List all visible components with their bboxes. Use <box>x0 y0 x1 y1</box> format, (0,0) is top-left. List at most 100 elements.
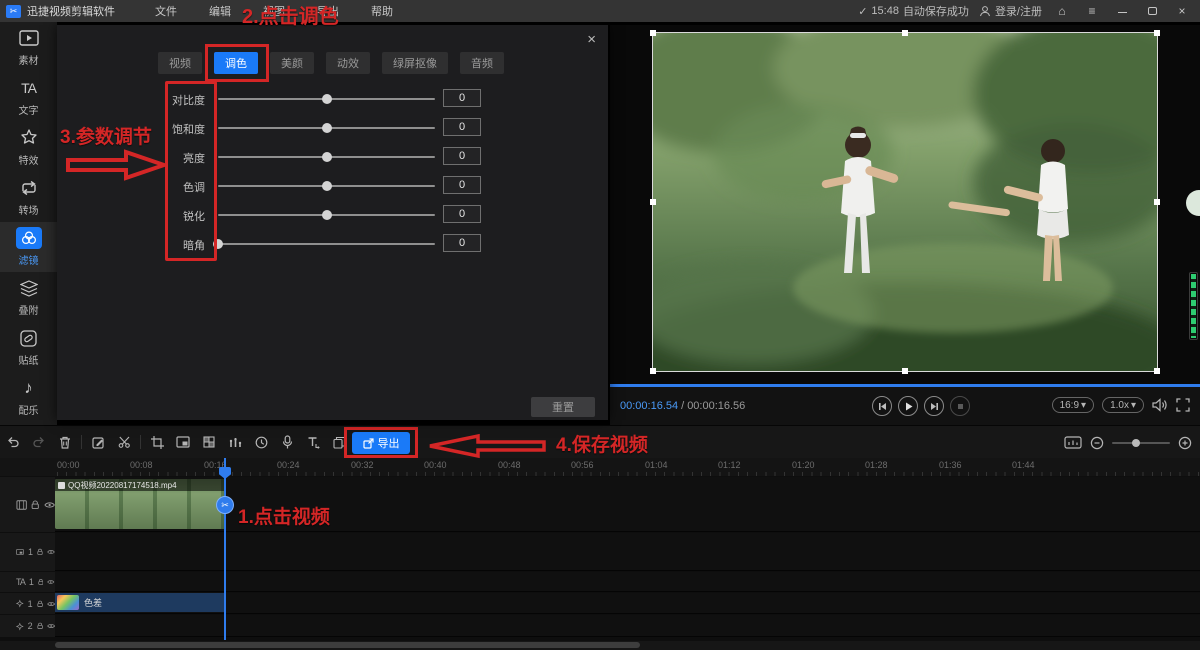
slider-handle[interactable] <box>322 181 332 191</box>
menu-help[interactable]: 帮助 <box>355 3 409 19</box>
lock-icon[interactable] <box>37 547 43 557</box>
next-frame-button[interactable] <box>924 396 944 416</box>
eye-icon[interactable] <box>44 501 55 509</box>
pip-icon[interactable] <box>170 431 196 453</box>
fullscreen-icon[interactable] <box>1176 398 1190 412</box>
volume-icon[interactable] <box>1152 398 1168 412</box>
hue-value[interactable]: 0 <box>443 176 481 194</box>
brightness-value[interactable]: 0 <box>443 147 481 165</box>
split-at-playhead-button[interactable]: ✂ <box>216 496 234 514</box>
clip-filename: QQ视频20220817174518.mp4 <box>55 479 225 491</box>
mixer-icon[interactable] <box>222 431 248 453</box>
sidebar-item-text[interactable]: TA 文字 <box>0 72 57 122</box>
sidebar-item-filter[interactable]: 滤镜 <box>0 222 57 272</box>
timeline-ruler[interactable]: 00:00 00:08 00:16 00:24 00:32 00:40 00:4… <box>0 458 1200 476</box>
effect2-track-area[interactable] <box>55 615 1200 637</box>
home-icon[interactable]: ⌂ <box>1052 4 1072 18</box>
video-clip[interactable]: QQ视频20220817174518.mp4 <box>55 479 225 529</box>
stop-button[interactable] <box>950 396 970 416</box>
main-menu-icon[interactable]: ≡ <box>1082 4 1102 18</box>
restore-button[interactable] <box>1142 4 1162 18</box>
sidebar-item-media[interactable]: 素材 <box>0 22 57 72</box>
minimize-button[interactable] <box>1112 4 1132 18</box>
eye-icon[interactable] <box>47 600 55 608</box>
zoom-out-icon[interactable] <box>1090 436 1104 450</box>
crop-icon[interactable] <box>144 431 170 453</box>
track-number: 1 <box>28 547 33 557</box>
mosaic-icon[interactable] <box>196 431 222 453</box>
slider-handle[interactable] <box>322 152 332 162</box>
slider-handle[interactable] <box>322 94 332 104</box>
undo-icon[interactable] <box>0 431 26 453</box>
text-track-area[interactable] <box>55 572 1200 592</box>
vignette-value[interactable]: 0 <box>443 234 481 252</box>
menu-edit[interactable]: 编辑 <box>193 3 247 19</box>
frame-handle[interactable] <box>650 30 656 36</box>
sidebar-item-transition[interactable]: 转场 <box>0 172 57 222</box>
slider-handle[interactable] <box>322 123 332 133</box>
delete-icon[interactable] <box>52 431 78 453</box>
menu-file[interactable]: 文件 <box>139 3 193 19</box>
timeline-scrollbar-thumb[interactable] <box>55 642 640 648</box>
tab-motion[interactable]: 动效 <box>326 52 370 74</box>
frame-handle[interactable] <box>1154 368 1160 374</box>
redo-icon[interactable] <box>26 431 52 453</box>
zoom-in-icon[interactable] <box>1178 436 1192 450</box>
edit-icon[interactable] <box>85 431 111 453</box>
lock-icon[interactable] <box>31 500 39 510</box>
tab-beauty[interactable]: 美颜 <box>270 52 314 74</box>
tab-greenscreen[interactable]: 绿屏抠像 <box>382 52 448 74</box>
sidebar-item-effects[interactable]: 特效 <box>0 122 57 172</box>
tab-video[interactable]: 视频 <box>158 52 202 74</box>
zoom-slider-handle[interactable] <box>1132 439 1140 447</box>
transition-icon <box>20 180 38 196</box>
saturation-value[interactable]: 0 <box>443 118 481 136</box>
lock-icon[interactable] <box>37 621 43 631</box>
pip-track-area[interactable] <box>55 533 1200 571</box>
sidebar-item-sticker[interactable]: 贴纸 <box>0 322 57 372</box>
frame-handle[interactable] <box>1154 30 1160 36</box>
login-register[interactable]: 登录/注册 <box>979 3 1042 19</box>
eye-icon[interactable] <box>47 548 55 556</box>
eye-icon[interactable] <box>47 622 55 630</box>
speed-icon[interactable] <box>248 431 274 453</box>
lock-icon[interactable] <box>38 577 44 587</box>
split-icon[interactable] <box>111 431 137 453</box>
frame-handle[interactable] <box>902 368 908 374</box>
reset-button[interactable]: 重置 <box>531 397 595 417</box>
eye-icon[interactable] <box>47 578 55 586</box>
effect-clip[interactable]: 色差 <box>55 593 225 612</box>
tab-audio[interactable]: 音频 <box>460 52 504 74</box>
lock-icon[interactable] <box>37 599 43 609</box>
sharpen-value[interactable]: 0 <box>443 205 481 223</box>
frame-handle[interactable] <box>650 199 656 205</box>
brightness-slider[interactable] <box>218 156 435 158</box>
sharpen-slider[interactable] <box>218 214 435 216</box>
contrast-slider[interactable] <box>218 98 435 100</box>
speed-select[interactable]: 1.0x▾ <box>1102 397 1144 413</box>
frame-handle[interactable] <box>650 368 656 374</box>
frame-handle[interactable] <box>1154 199 1160 205</box>
contrast-value[interactable]: 0 <box>443 89 481 107</box>
prev-frame-button[interactable] <box>872 396 892 416</box>
effect1-track-area[interactable] <box>55 593 1200 614</box>
preview-video-frame[interactable] <box>652 32 1158 372</box>
subtitle-tool-icon[interactable] <box>300 431 326 453</box>
playhead[interactable] <box>224 458 226 640</box>
timeline-zoom-slider[interactable] <box>1112 442 1170 444</box>
media-icon <box>19 30 39 46</box>
aspect-ratio-select[interactable]: 16:9▾ <box>1052 397 1095 413</box>
fit-timeline-icon[interactable] <box>1064 436 1082 449</box>
slider-handle[interactable] <box>322 210 332 220</box>
sidebar-item-music[interactable]: ♪ 配乐 <box>0 372 57 422</box>
hue-slider[interactable] <box>218 185 435 187</box>
saturation-slider[interactable] <box>218 127 435 129</box>
vignette-slider[interactable] <box>218 243 435 245</box>
close-button[interactable]: × <box>1172 4 1192 18</box>
sidebar-item-overlay[interactable]: 叠附 <box>0 272 57 322</box>
chevron-down-icon: ▾ <box>1131 400 1136 411</box>
play-button[interactable] <box>898 396 918 416</box>
dialog-close-icon[interactable]: × <box>587 31 596 48</box>
frame-handle[interactable] <box>902 30 908 36</box>
record-icon[interactable] <box>274 431 300 453</box>
